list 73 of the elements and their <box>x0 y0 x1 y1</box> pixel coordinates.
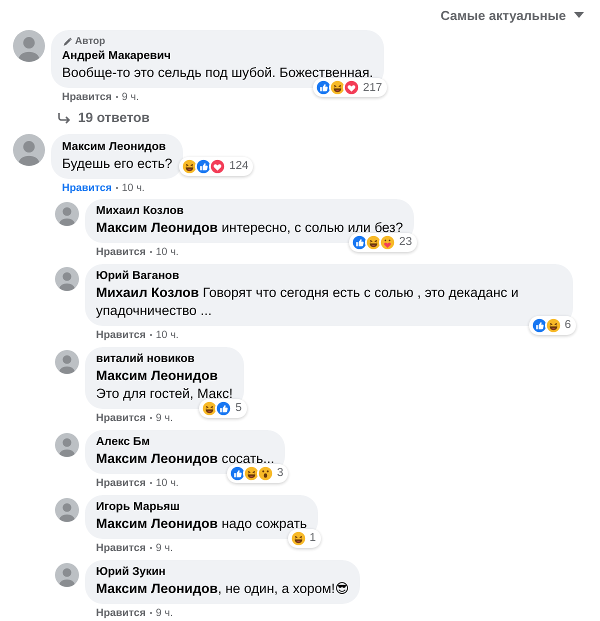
comment-text: Будешь его есть? <box>62 154 172 172</box>
like-icon <box>351 234 368 250</box>
avatar-icon[interactable] <box>55 562 79 586</box>
timestamp[interactable]: 10 ч. <box>122 182 145 194</box>
like-link[interactable]: Нравится <box>96 328 146 340</box>
avatar-icon[interactable] <box>55 350 79 374</box>
reaction-count: 6 <box>564 319 571 331</box>
author-name[interactable]: Игорь Марьяш <box>96 500 307 514</box>
laughing-face-icon <box>365 234 382 250</box>
reaction-summary[interactable]: 5 <box>199 398 247 418</box>
sort-dropdown[interactable]: Самые актуальные <box>436 3 587 27</box>
reaction-count: 1 <box>310 532 316 544</box>
like-link[interactable]: Нравится <box>96 542 146 554</box>
author-name[interactable]: Андрей Макаревич <box>62 49 374 64</box>
like-icon <box>195 158 212 174</box>
caret-icon <box>573 11 585 19</box>
laughing-face-icon <box>201 400 218 416</box>
timestamp[interactable]: 10 ч. <box>156 246 179 258</box>
timestamp[interactable]: 9 ч. <box>156 606 173 618</box>
reaction-count: 23 <box>399 236 412 248</box>
laughing-face-icon <box>290 530 307 546</box>
timestamp[interactable]: 9 ч. <box>156 412 173 424</box>
like-link[interactable]: Нравится <box>96 476 146 488</box>
reaction-summary[interactable]: 23 <box>349 232 417 252</box>
like-icon <box>530 316 548 334</box>
timestamp[interactable]: 10 ч. <box>156 328 179 340</box>
reaction-summary[interactable]: 6 <box>528 316 576 334</box>
like-link[interactable]: Нравится <box>96 246 146 258</box>
author-name[interactable]: Алекс Бм <box>96 434 274 450</box>
author-name[interactable]: Максим Леонидов <box>62 140 172 154</box>
pen-icon <box>62 37 72 47</box>
badge-label: Автор <box>75 36 106 48</box>
like-link[interactable]: Нравится <box>96 412 146 424</box>
comment-text: Максим Леонидов <box>96 366 219 384</box>
avatar-icon[interactable] <box>13 30 45 62</box>
like-icon <box>314 79 332 96</box>
laughing-face-icon <box>243 464 260 482</box>
laughing-face-icon <box>328 79 346 96</box>
hugging-face-icon <box>379 234 396 250</box>
author-name[interactable]: Юрий Зукин <box>96 564 350 580</box>
avatar-icon[interactable] <box>55 202 79 226</box>
avatar-icon[interactable] <box>13 134 45 166</box>
like-link[interactable]: Нравится <box>96 606 146 618</box>
laughing-face-icon <box>181 158 198 174</box>
replies-link[interactable]: 19 ответов <box>57 110 150 125</box>
timestamp[interactable]: 9 ч. <box>122 91 139 103</box>
avatar-icon[interactable] <box>55 266 79 290</box>
like-link[interactable]: Нравится <box>62 91 112 103</box>
comment-text: Максим Леонидов, не один, а хором!😎 <box>96 580 350 598</box>
timestamp[interactable]: 9 ч. <box>156 542 173 554</box>
like-icon <box>215 400 232 416</box>
reaction-count: 5 <box>235 402 242 414</box>
like-link[interactable]: Нравится <box>62 182 112 194</box>
like-icon <box>229 464 246 482</box>
author-name[interactable]: виталий новиков <box>96 352 233 366</box>
reaction-count: 217 <box>362 82 382 94</box>
timestamp[interactable]: 10 ч. <box>156 476 179 488</box>
author-name[interactable]: Михаил Козлов <box>96 204 403 218</box>
heart-icon <box>342 79 360 96</box>
reaction-count: 3 <box>277 467 284 479</box>
reaction-summary[interactable]: 1 <box>288 528 321 548</box>
reaction-count: 124 <box>229 160 248 172</box>
surprised-face-icon <box>257 464 274 482</box>
comment-text: Михаил Козлов Говорят что сегодня есть с солью , это декаданс и упадочничество ... <box>96 284 520 320</box>
author-name[interactable]: Юрий Ваганов <box>96 268 562 284</box>
laughing-face-icon <box>544 316 562 334</box>
avatar-icon[interactable] <box>55 432 79 456</box>
reaction-summary[interactable]: 3 <box>227 464 288 482</box>
reply-arrow-icon <box>57 112 71 124</box>
avatar-icon[interactable] <box>55 498 79 522</box>
heart-icon <box>209 158 226 174</box>
reaction-summary[interactable]: 217 <box>312 78 388 97</box>
reaction-summary[interactable]: 124 <box>179 156 254 176</box>
